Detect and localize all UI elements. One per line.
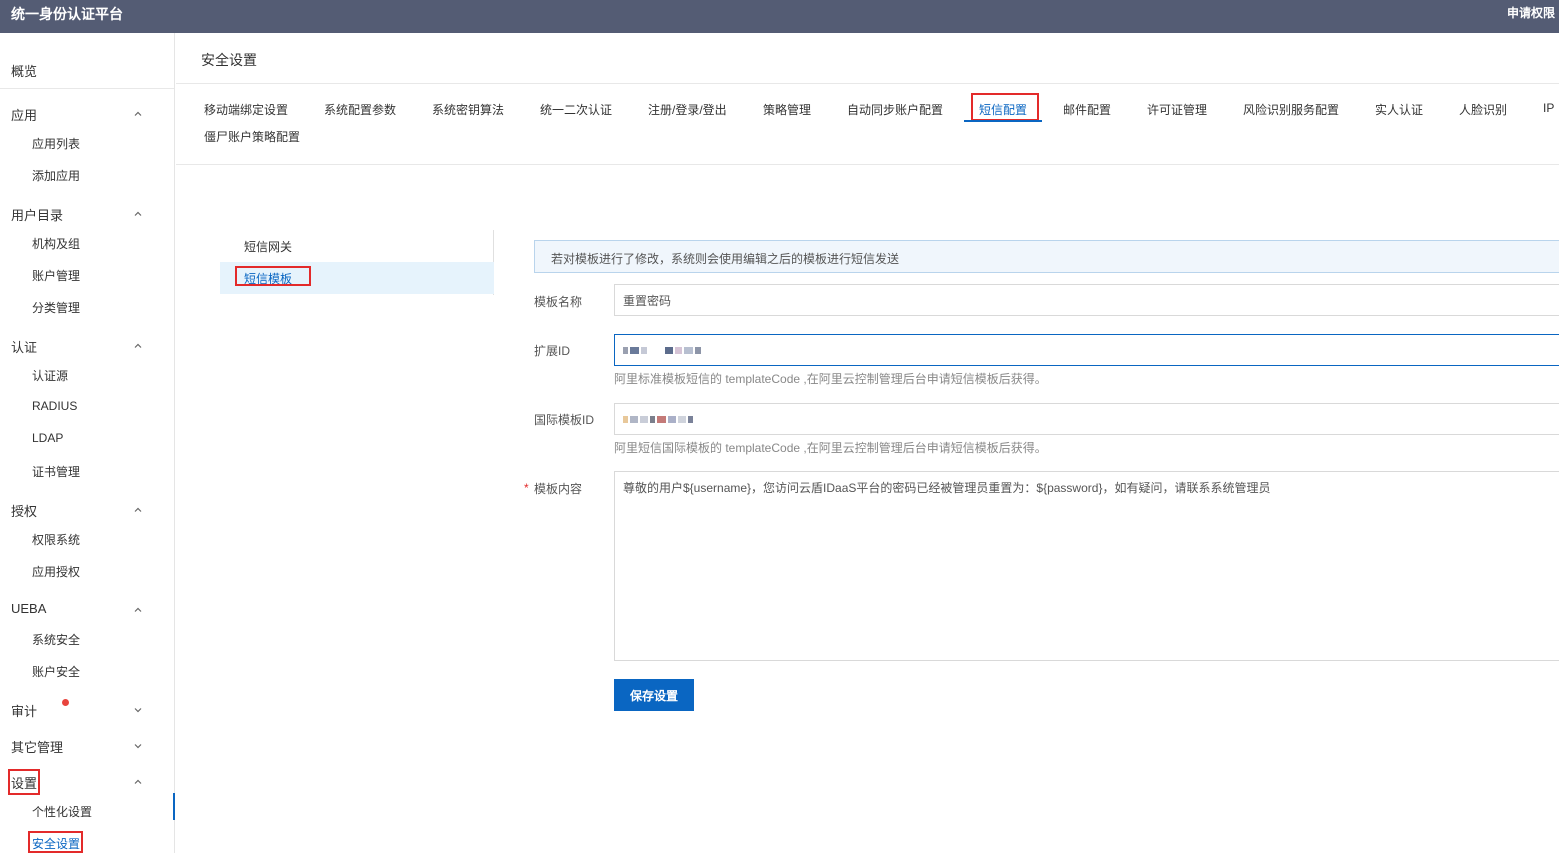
tab-policy-mgmt[interactable]: 策略管理 [763, 101, 811, 118]
intl-id-help: 阿里短信国际模板的 templateCode ,在阿里云控制管理后台申请短信模板… [614, 441, 1047, 455]
intl-id-label: 国际模板ID [534, 413, 595, 427]
sidebar-group-audit[interactable]: 审计 [11, 701, 37, 720]
sidebar-item-radius[interactable]: RADIUS [32, 399, 77, 413]
sidebar-item-overview[interactable]: 概览 [11, 61, 37, 80]
redacted-value [623, 416, 693, 423]
notification-dot [62, 699, 69, 706]
sidebar-group-user-directory[interactable]: 用户目录 [11, 205, 63, 224]
tab-mobile-binding[interactable]: 移动端绑定设置 [204, 101, 288, 118]
sidebar-item-system-security[interactable]: 系统安全 [32, 631, 80, 648]
tab-real-person-auth[interactable]: 实人认证 [1375, 101, 1423, 118]
required-marker: * [524, 481, 529, 495]
tab-register-login[interactable]: 注册/登录/登出 [648, 101, 727, 118]
sidebar-group-settings[interactable]: 设置 [11, 773, 37, 792]
redacted-value [623, 347, 701, 354]
sidebar-item-app-list[interactable]: 应用列表 [32, 135, 80, 152]
template-name-label: 模板名称 [534, 295, 583, 309]
ext-id-label: 扩展ID [534, 344, 571, 358]
sidebar-item-category-mgmt[interactable]: 分类管理 [32, 299, 80, 316]
tab-email-config[interactable]: 邮件配置 [1063, 101, 1111, 118]
sidebar: 概览 应用 应用列表 添加应用 用户目录 机构及组 账户管理 分类管理 认证 认… [0, 33, 175, 853]
highlight-box [235, 266, 311, 286]
sidebar-group-apps[interactable]: 应用 [11, 105, 37, 124]
chevron-down-icon[interactable] [133, 705, 143, 715]
tab-license-mgmt[interactable]: 许可证管理 [1147, 101, 1207, 118]
app-title: 统一身份认证平台 [11, 6, 123, 22]
ext-id-help: 阿里标准模板短信的 templateCode ,在阿里云控制管理后台申请短信模板… [614, 372, 1047, 386]
sidebar-item-auth-source[interactable]: 认证源 [32, 367, 68, 384]
sidebar-item-cert-mgmt[interactable]: 证书管理 [32, 463, 80, 480]
chevron-up-icon[interactable] [133, 209, 143, 219]
active-indicator [173, 793, 175, 820]
sidebar-item-app-authorization[interactable]: 应用授权 [32, 563, 80, 580]
tab-system-params[interactable]: 系统配置参数 [324, 101, 396, 118]
tab-risk-service[interactable]: 风险识别服务配置 [1243, 101, 1339, 118]
template-name-input[interactable] [614, 284, 1559, 316]
divider [176, 164, 1559, 165]
chevron-up-icon[interactable] [133, 109, 143, 119]
sms-subnav: 短信网关 短信模板 [220, 230, 494, 295]
sidebar-item-ldap[interactable]: LDAP [32, 431, 63, 445]
chevron-up-icon[interactable] [133, 605, 143, 615]
sidebar-group-ueba[interactable]: UEBA [11, 601, 46, 616]
sidebar-item-add-app[interactable]: 添加应用 [32, 167, 80, 184]
sidebar-divider [0, 88, 174, 89]
tab-sms-config[interactable]: 短信配置 [979, 101, 1027, 118]
save-settings-button[interactable]: 保存设置 [614, 679, 694, 711]
tab-zombie-account[interactable]: 僵尸账户策略配置 [204, 128, 300, 145]
sidebar-item-account-security[interactable]: 账户安全 [32, 663, 80, 680]
page-title: 安全设置 [201, 52, 257, 68]
main-content: 安全设置 移动端绑定设置 系统配置参数 系统密钥算法 统一二次认证 注册/登录/… [176, 33, 1559, 853]
active-tab-underline [964, 120, 1042, 122]
sidebar-item-permission-system[interactable]: 权限系统 [32, 531, 80, 548]
tab-ip[interactable]: IP⁠ [1543, 101, 1559, 115]
chevron-down-icon[interactable] [133, 741, 143, 751]
template-content-textarea[interactable]: 尊敬的用户${username}，您访问云盾IDaaS平台的密码已经被管理员重置… [614, 471, 1559, 661]
sidebar-item-org-groups[interactable]: 机构及组 [32, 235, 80, 252]
divider [176, 83, 1559, 84]
content-label: 模板内容 [534, 482, 583, 496]
sidebar-group-authorization[interactable]: 授权 [11, 501, 37, 520]
sidebar-item-security-settings[interactable]: 安全设置 [32, 835, 80, 852]
subnav-label: 短信网关 [244, 240, 293, 254]
tab-auto-sync[interactable]: 自动同步账户配置 [847, 101, 943, 118]
chevron-up-icon[interactable] [133, 341, 143, 351]
sidebar-item-account-mgmt[interactable]: 账户管理 [32, 267, 80, 284]
top-bar: 统一身份认证平台 申请权限 [0, 0, 1559, 33]
tab-second-factor[interactable]: 统一二次认证 [540, 101, 612, 118]
sidebar-item-personalization[interactable]: 个性化设置 [32, 803, 92, 820]
tab-key-algorithm[interactable]: 系统密钥算法 [432, 101, 504, 118]
intl-id-input[interactable] [614, 403, 1559, 435]
notice-text: 若对模板进行了修改，系统则会使用编辑之后的模板进行短信发送 [551, 252, 900, 266]
sidebar-group-other-mgmt[interactable]: 其它管理 [11, 737, 63, 756]
info-notice: 若对模板进行了修改，系统则会使用编辑之后的模板进行短信发送 [534, 240, 1559, 273]
tab-face-recognition[interactable]: 人脸识别 [1459, 101, 1507, 118]
apply-permission-link[interactable]: 申请权限 [1507, 4, 1555, 21]
sidebar-group-auth[interactable]: 认证 [11, 337, 37, 356]
chevron-up-icon[interactable] [133, 777, 143, 787]
subnav-sms-gateway[interactable]: 短信网关 [220, 230, 494, 262]
chevron-up-icon[interactable] [133, 505, 143, 515]
ext-id-input[interactable] [614, 334, 1559, 366]
